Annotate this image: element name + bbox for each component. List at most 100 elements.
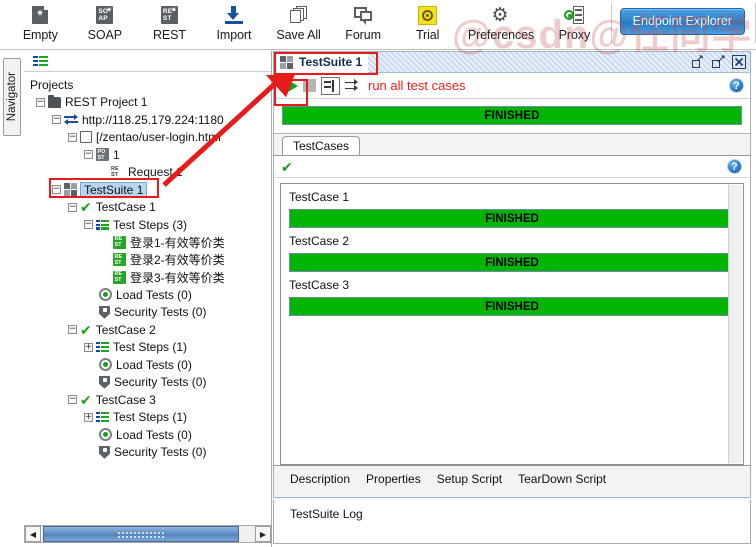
tree-item-method[interactable]: − PO ST 1 xyxy=(24,146,271,164)
tab-description[interactable]: Description xyxy=(290,472,350,486)
tree-item-load-tests-2[interactable]: Load Tests (0) xyxy=(24,356,271,374)
testcase-name: TestCase 3 xyxy=(289,278,350,292)
tree-item-load-tests-3[interactable]: Load Tests (0) xyxy=(24,426,271,444)
tree-item-project[interactable]: − REST Project 1 xyxy=(24,94,271,112)
tab-teardown-script[interactable]: TearDown Script xyxy=(518,472,606,486)
tree-expander-method[interactable]: − xyxy=(84,150,93,160)
toolbar-label-rest: REST xyxy=(152,28,186,42)
load-tests-icon xyxy=(99,358,112,372)
tree-item-testcase-1[interactable]: − ✔ TestCase 1 xyxy=(24,199,271,217)
tree-expander-project[interactable]: − xyxy=(36,97,45,107)
sequential-mode-button[interactable] xyxy=(321,76,340,95)
tree-expander-test-steps-3[interactable]: + xyxy=(84,412,93,422)
testcase-row[interactable]: TestCase 1 FINISHED xyxy=(281,184,743,228)
tree-label-step-1: 登录1-有效等价类 xyxy=(130,235,225,250)
navigator-tab-label: Navigator xyxy=(6,72,18,122)
tree-item-request[interactable]: RE ST Request 1 xyxy=(24,164,271,182)
tree-label-load-tests-1: Load Tests (0) xyxy=(116,287,192,302)
navigator-tab[interactable]: Navigator xyxy=(3,58,21,136)
tree-label-load-tests-2: Load Tests (0) xyxy=(116,357,192,372)
tab-setup-script[interactable]: Setup Script xyxy=(437,472,502,486)
tree-item-step-1[interactable]: RE ST 登录1-有效等价类 xyxy=(24,234,271,252)
tree-expander-resource[interactable]: − xyxy=(68,132,77,142)
scroll-right-icon[interactable]: ▶ xyxy=(255,526,271,542)
tree-expander-testsuite[interactable]: − xyxy=(52,185,61,195)
test-steps-icon xyxy=(96,412,109,423)
tree-expander-testcase-1[interactable]: − xyxy=(68,202,77,212)
toolbar-label-save-all: Save All xyxy=(276,28,321,42)
tree-item-test-steps-1[interactable]: − Test Steps (3) xyxy=(24,216,271,234)
tree-item-test-steps-3[interactable]: + Test Steps (1) xyxy=(24,409,271,427)
security-tests-icon xyxy=(99,445,110,459)
parallel-mode-icon[interactable] xyxy=(345,79,361,93)
toolbar-button-rest[interactable]: RE ST ✷ REST xyxy=(137,0,202,48)
toolbar-button-empty[interactable]: ✷ Empty xyxy=(8,0,73,48)
testsuite-toolbar: run all test cases ? xyxy=(274,73,750,99)
navigator-horizontal-scrollbar[interactable]: ◀ ▶ xyxy=(24,525,272,543)
tree-item-security-tests-2[interactable]: Security Tests (0) xyxy=(24,374,271,392)
tree-item-resource[interactable]: − [/zentao/user-login.html xyxy=(24,129,271,147)
rest-project-icon: RE ST ✷ xyxy=(160,6,178,24)
run-button[interactable] xyxy=(283,76,298,95)
tree-expander-testcase-2[interactable]: − xyxy=(68,325,77,335)
test-steps-icon xyxy=(96,219,109,230)
help-icon[interactable]: ? xyxy=(727,159,742,174)
tree-expander-testcase-3[interactable]: − xyxy=(68,395,77,405)
tree-label-security-tests-2: Security Tests (0) xyxy=(114,375,207,390)
toolbar-button-trial[interactable]: Trial xyxy=(395,0,460,48)
tree-label-test-steps-1: Test Steps (3) xyxy=(113,217,188,232)
toolbar-button-forum[interactable]: Forum xyxy=(331,0,396,48)
tree-item-security-tests-1[interactable]: Security Tests (0) xyxy=(24,304,271,322)
tree-list-icon[interactable] xyxy=(33,55,48,67)
check-icon: ✔ xyxy=(80,321,92,338)
soapui-window: ✷ Empty SOAP✷ SOAP REST✷ REST Import xyxy=(0,0,756,547)
tree-item-step-2[interactable]: RE ST 登录2-有效等价类 xyxy=(24,251,271,269)
stop-button[interactable] xyxy=(303,79,316,92)
testcase-row[interactable]: TestCase 3 FINISHED xyxy=(281,272,743,316)
import-icon xyxy=(222,4,246,26)
navigator-toolbar xyxy=(24,51,271,72)
testcase-progress-bar: FINISHED xyxy=(289,253,735,272)
help-icon[interactable]: ? xyxy=(729,78,744,93)
rest-request-icon: RE ST xyxy=(111,166,119,179)
rest-step-icon: RE ST xyxy=(113,235,126,249)
testsuite-log-panel[interactable]: TestSuite Log xyxy=(273,500,751,544)
toolbar-label-soap: SOAP xyxy=(87,28,123,42)
tree-item-test-steps-2[interactable]: + Test Steps (1) xyxy=(24,339,271,357)
tab-testcases[interactable]: TestCases xyxy=(282,136,361,156)
empty-project-icon: ✷ xyxy=(28,4,52,26)
tree-expander-endpoint[interactable]: − xyxy=(52,115,61,125)
tab-properties[interactable]: Properties xyxy=(366,472,421,486)
tree-item-testsuite[interactable]: − TestSuite 1 xyxy=(24,181,271,199)
testcase-row[interactable]: TestCase 2 FINISHED xyxy=(281,228,743,272)
tree-label-test-steps-3: Test Steps (1) xyxy=(113,410,188,425)
tree-label-testcase-1: TestCase 1 xyxy=(95,200,156,215)
load-tests-icon xyxy=(99,288,112,302)
tree-item-testcase-3[interactable]: − ✔ TestCase 3 xyxy=(24,391,271,409)
security-tests-icon xyxy=(99,375,110,389)
tree-item-testcase-2[interactable]: − ✔ TestCase 2 xyxy=(24,321,271,339)
tree-item-step-3[interactable]: RE ST 登录3-有效等价类 xyxy=(24,269,271,287)
tree-item-security-tests-3[interactable]: Security Tests (0) xyxy=(24,444,271,462)
trial-icon xyxy=(416,4,440,26)
tree-root-projects[interactable]: Projects xyxy=(24,76,271,94)
scrollbar-thumb[interactable] xyxy=(43,526,239,542)
tree-expander-test-steps-2[interactable]: + xyxy=(84,342,93,352)
testcases-vertical-scrollbar[interactable] xyxy=(728,185,742,463)
toolbar-button-import[interactable]: Import xyxy=(202,0,267,48)
project-tree[interactable]: Projects − REST Project 1 − http://118.2… xyxy=(24,72,271,518)
testcase-progress-bar: FINISHED xyxy=(289,209,735,228)
toolbar-label-forum: Forum xyxy=(345,28,381,42)
toolbar-button-soap[interactable]: SO AP ✷ SOAP xyxy=(73,0,138,48)
toolbar-button-save-all[interactable]: Save All xyxy=(266,0,331,48)
scroll-left-icon[interactable]: ◀ xyxy=(25,526,41,542)
tree-label-load-tests-3: Load Tests (0) xyxy=(116,427,192,442)
tree-expander-test-steps-1[interactable]: − xyxy=(84,220,93,230)
tree-item-endpoint[interactable]: − http://118.25.179.224:1180 xyxy=(24,111,271,129)
scrollbar-track[interactable] xyxy=(41,526,255,542)
overall-progress-bar: FINISHED xyxy=(282,106,742,125)
status-check-icon: ✔ xyxy=(281,158,293,175)
testsuite-window: TestSuite 1 run all test cases ? FINISHE… xyxy=(273,51,751,498)
tree-label-security-tests-3: Security Tests (0) xyxy=(114,445,207,460)
tree-item-load-tests-1[interactable]: Load Tests (0) xyxy=(24,286,271,304)
